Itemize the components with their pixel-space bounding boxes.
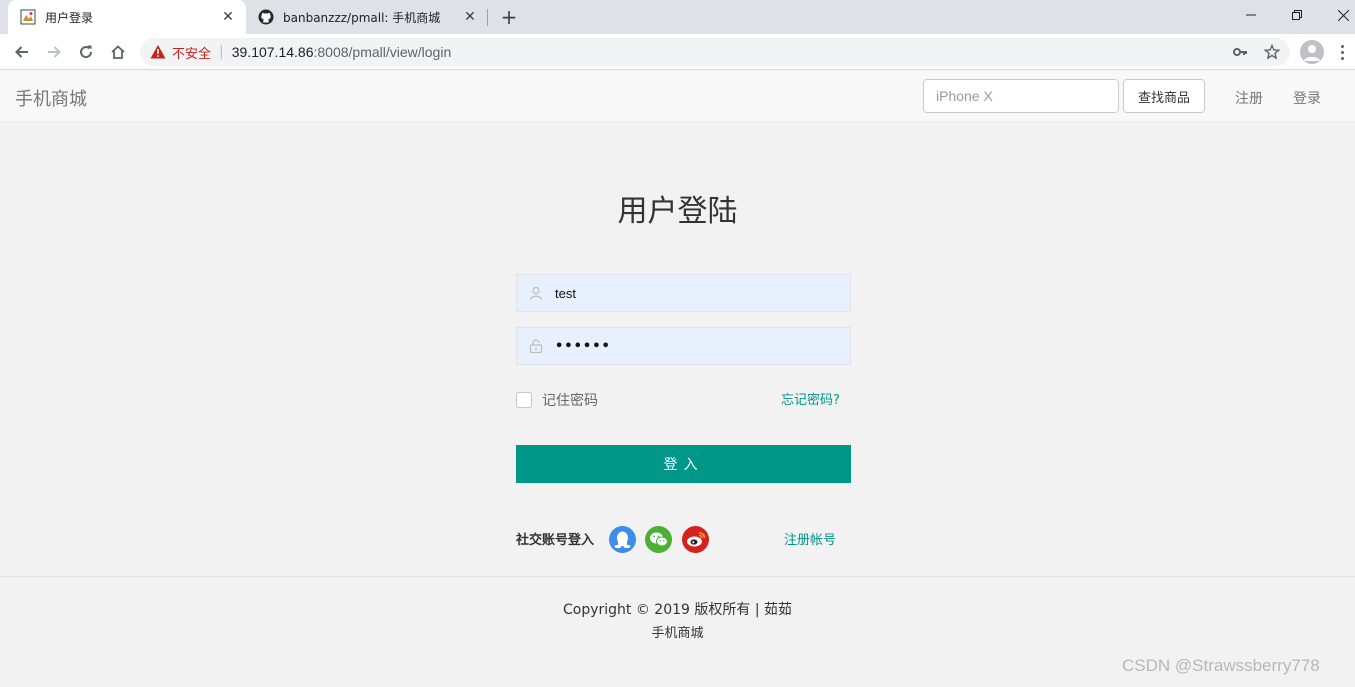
footer-site-name: 手机商城 (651, 626, 704, 641)
register-account-link[interactable]: 注册帐号 (784, 529, 836, 548)
plus-icon[interactable]: + (498, 5, 520, 29)
browser-tabstrip: 用户登录 ✕ banbanzzz/pmall: 手机商城 ✕ + (0, 0, 1355, 34)
tab-close-icon[interactable]: ✕ (460, 7, 480, 27)
home-icon[interactable] (104, 38, 132, 66)
close-icon[interactable] (1320, 0, 1355, 30)
kebab-menu-icon[interactable] (1334, 40, 1350, 64)
remember-checkbox[interactable] (516, 392, 532, 408)
lock-icon (517, 328, 555, 364)
remember-label: 记住密码 (542, 393, 598, 409)
nav-register-link[interactable]: 注册 (1235, 88, 1263, 108)
search-button[interactable]: 查找商品 (1123, 79, 1205, 113)
github-icon (258, 9, 274, 25)
star-icon[interactable] (1258, 38, 1286, 66)
login-title: 用户登陆 (617, 194, 738, 229)
watermark-text: CSDN @Strawssberry778 (1122, 656, 1320, 675)
nav-login-link[interactable]: 登录 (1293, 88, 1321, 108)
social-login-label: 社交账号登入 (516, 533, 595, 548)
omnibox-separator: | (219, 44, 224, 60)
reload-icon[interactable] (72, 38, 100, 66)
browser-toolbar: 不安全 | 39.107.14.86:8008/pmall/view/login (0, 34, 1355, 70)
password-value: •••••• (555, 338, 611, 354)
address-bar[interactable]: 不安全 | 39.107.14.86:8008/pmall/view/login (140, 38, 1290, 66)
user-icon (517, 275, 555, 311)
qq-icon[interactable] (609, 526, 636, 553)
tab-title: banbanzzz/pmall: 手机商城 (283, 10, 441, 25)
wechat-icon[interactable] (645, 526, 672, 553)
footer-copyright: Copyright © 2019 版权所有 | 茹茹 (562, 602, 792, 618)
tab-login[interactable]: 用户登录 ✕ (8, 0, 246, 34)
tab-github[interactable]: banbanzzz/pmall: 手机商城 ✕ (248, 0, 488, 34)
login-button[interactable]: 登入 (516, 445, 851, 483)
warning-icon (150, 45, 166, 59)
site-favicon-icon (20, 9, 36, 25)
brand-logo[interactable]: 手机商城 (15, 85, 87, 111)
tab-title: 用户登录 (45, 10, 94, 25)
security-label[interactable]: 不安全 (172, 43, 211, 62)
url-path: :8008/pmall/view/login (313, 44, 452, 60)
weibo-icon[interactable] (682, 526, 709, 553)
username-value: test (555, 285, 576, 301)
key-icon[interactable] (1226, 38, 1254, 66)
tab-separator (487, 9, 488, 26)
search-input[interactable] (923, 79, 1119, 113)
forward-arrow-icon[interactable] (40, 38, 68, 66)
back-arrow-icon[interactable] (8, 38, 36, 66)
url-host: 39.107.14.86 (231, 44, 314, 60)
password-field[interactable]: •••••• (516, 327, 851, 365)
site-navbar: 手机商城 查找商品 注册 登录 (0, 71, 1355, 122)
username-field[interactable]: test (516, 274, 851, 312)
tab-close-icon[interactable]: ✕ (218, 7, 238, 27)
remember-password[interactable]: 记住密码 (516, 390, 598, 410)
restore-icon[interactable] (1274, 0, 1320, 30)
forgot-password-link[interactable]: 忘记密码? (781, 389, 840, 408)
minimize-icon[interactable] (1228, 0, 1274, 30)
profile-avatar-icon[interactable] (1300, 40, 1324, 64)
